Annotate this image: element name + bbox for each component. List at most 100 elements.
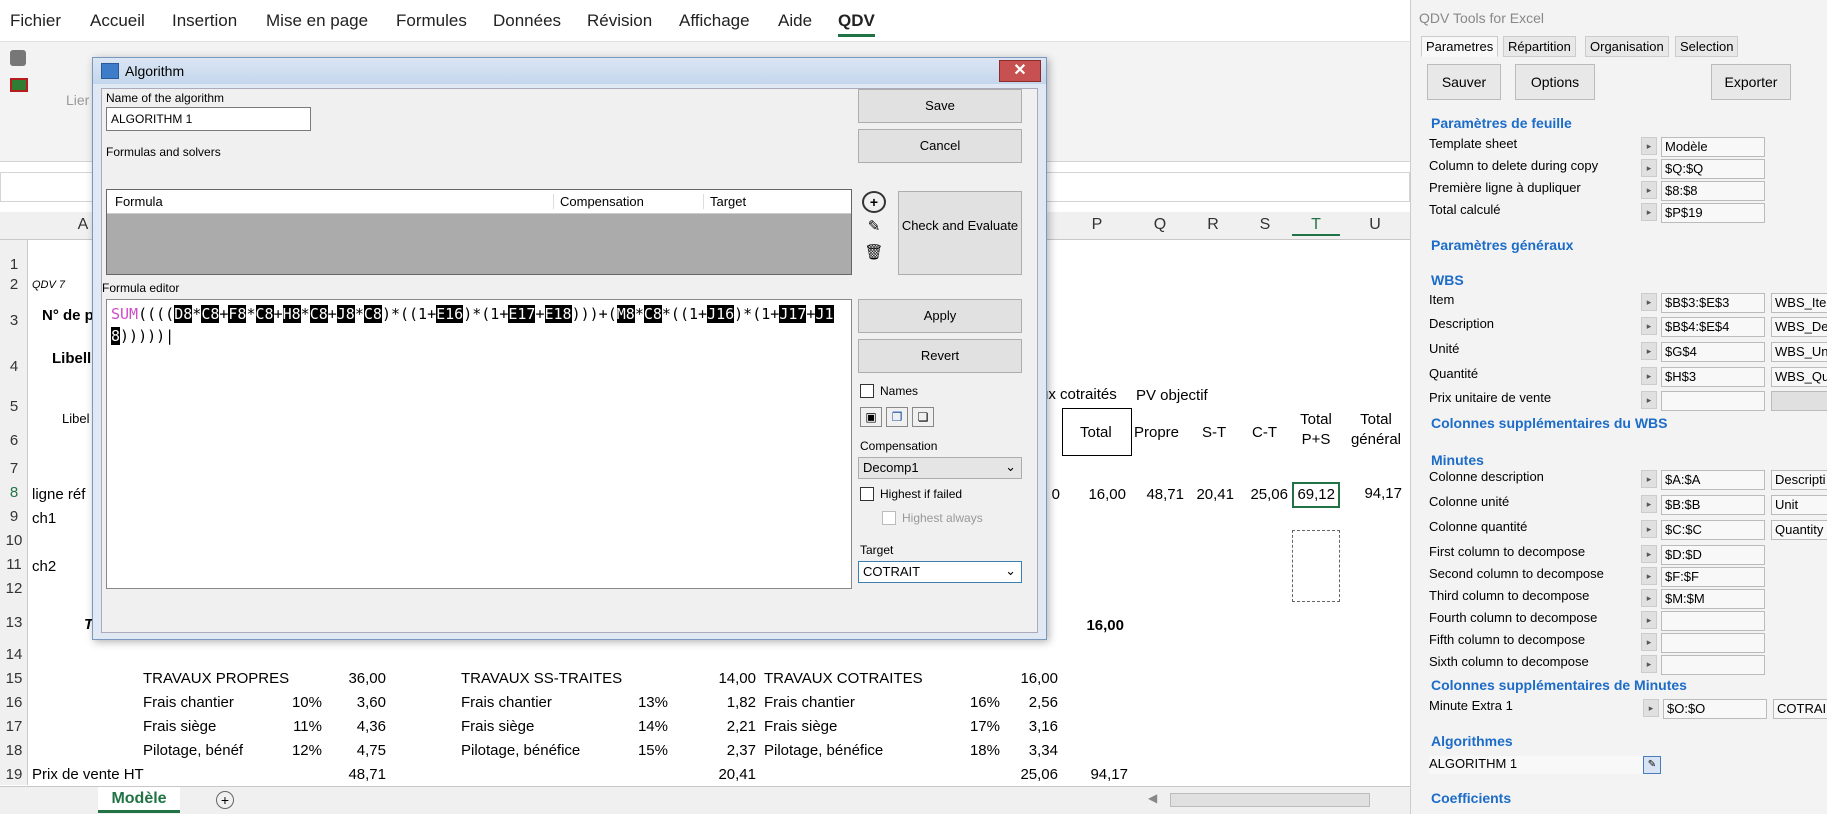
algorithm-item[interactable]: ALGORITHM 1 (1429, 756, 1649, 774)
cell-p16-label[interactable]: Frais chantier (143, 692, 234, 714)
param-value[interactable]: $C:$C (1661, 520, 1765, 540)
expand-arrow-icon[interactable]: ▸ (1641, 342, 1657, 360)
cell-travaux-cot-val[interactable]: 16,00 (1004, 668, 1060, 690)
tab-organisation[interactable]: Organisation (1585, 36, 1669, 57)
row-6[interactable]: 6 (0, 432, 28, 449)
param-extra[interactable]: WBS_Qu (1771, 367, 1827, 387)
col-p[interactable]: P (1062, 216, 1132, 234)
row-15[interactable]: 15 (0, 670, 28, 687)
param-value[interactable] (1661, 655, 1765, 675)
expand-arrow-icon[interactable]: ▸ (1641, 633, 1657, 651)
add-formula-icon[interactable]: + (862, 191, 886, 213)
row-2[interactable]: 2 (0, 276, 28, 293)
param-value[interactable]: $B:$B (1661, 495, 1765, 515)
cell-r19-c[interactable]: 25,06 (1004, 764, 1060, 786)
cube-icon[interactable] (10, 50, 26, 66)
edit-formula-icon[interactable]: ✎ (862, 217, 886, 239)
cell-travaux-propres-val[interactable]: 36,00 (326, 668, 390, 690)
param-value[interactable]: $B$4:$E$4 (1661, 317, 1765, 337)
tab-qdv[interactable]: QDV (838, 11, 875, 37)
tab-mise-en-page[interactable]: Mise en page (266, 11, 368, 31)
cell-s18-pct[interactable]: 15% (620, 740, 668, 762)
cell-c16-val[interactable]: 2,56 (1004, 692, 1060, 714)
tab-accueil[interactable]: Accueil (90, 11, 145, 31)
cell-c18-pct[interactable]: 18% (950, 740, 1000, 762)
names-checkbox[interactable] (860, 384, 874, 398)
row-9[interactable]: 9 (0, 508, 28, 525)
row-11[interactable]: 11 (0, 556, 28, 573)
cell-travaux-ss-val[interactable]: 14,00 (672, 668, 758, 690)
tab-selection[interactable]: Selection (1675, 36, 1739, 57)
expand-arrow-icon[interactable]: ▸ (1641, 655, 1657, 673)
expand-arrow-icon[interactable]: ▸ (1641, 545, 1657, 563)
cell-r8-q[interactable]: 48,71 (1132, 484, 1184, 506)
cell-p18-val[interactable]: 4,75 (326, 740, 390, 762)
cell-s18-val[interactable]: 2,37 (672, 740, 758, 762)
row-1[interactable]: 1 (0, 256, 28, 273)
copy-icon[interactable]: ❐ (886, 407, 908, 427)
param-value[interactable] (1661, 611, 1765, 631)
col-t[interactable]: T (1292, 216, 1340, 236)
expand-arrow-icon[interactable]: ▸ (1641, 470, 1657, 488)
select-names-icon[interactable]: ▣ (860, 407, 882, 427)
param-value[interactable]: $8:$8 (1661, 181, 1765, 201)
cell-travaux-cot[interactable]: TRAVAUX COTRAITES (764, 668, 923, 690)
row-5[interactable]: 5 (0, 398, 28, 415)
cell-s17-val[interactable]: 2,21 (672, 716, 758, 738)
cell-s16-val[interactable]: 1,82 (672, 692, 758, 714)
col-compensation[interactable]: Compensation (553, 194, 644, 209)
row-7[interactable]: 7 (0, 460, 28, 477)
param-value[interactable]: $M:$M (1661, 589, 1765, 609)
expand-arrow-icon[interactable]: ▸ (1641, 567, 1657, 585)
cell-a11[interactable]: ch2 (32, 556, 56, 578)
col-formula[interactable]: Formula (115, 194, 163, 209)
tab-donnees[interactable]: Données (493, 11, 561, 31)
cell-hdr-st[interactable]: S-T (1202, 422, 1226, 444)
row-17[interactable]: 17 (0, 718, 28, 735)
param-extra[interactable]: WBS_De (1771, 317, 1827, 337)
param-value[interactable] (1661, 391, 1765, 411)
tab-fichier[interactable]: Fichier (10, 11, 61, 31)
name-input[interactable] (106, 107, 311, 131)
cell-a3[interactable]: N° de p (42, 305, 94, 327)
expand-arrow-icon[interactable]: ▸ (1641, 495, 1657, 513)
apply-button[interactable]: Apply (858, 299, 1022, 333)
cell-c18-label[interactable]: Pilotage, bénéfice (764, 740, 883, 762)
param-value[interactable]: $D:$D (1661, 545, 1765, 565)
table-icon[interactable] (10, 78, 28, 92)
row-8[interactable]: 8 (0, 484, 28, 501)
param-value[interactable]: $A:$A (1661, 470, 1765, 490)
cell-p18-label[interactable]: Pilotage, bénéf (143, 740, 243, 762)
cell-c17-pct[interactable]: 17% (950, 716, 1000, 738)
highest-if-failed-checkbox[interactable] (860, 487, 874, 501)
compensation-select[interactable]: Decomp1 ⌄ (858, 457, 1022, 479)
check-evaluate-button[interactable]: Check and Evaluate (898, 191, 1022, 275)
cell-r19-label[interactable]: Prix de vente HT (32, 764, 144, 786)
expand-arrow-icon[interactable]: ▸ (1641, 293, 1657, 311)
save-button[interactable]: Save (858, 89, 1022, 123)
expand-arrow-icon[interactable]: ▸ (1641, 391, 1657, 409)
expand-arrow-icon[interactable]: ▸ (1641, 317, 1657, 335)
formulas-table[interactable]: Formula Compensation Target (106, 189, 852, 275)
cell-a2[interactable]: QDV 7 (32, 274, 65, 296)
cell-p18-pct[interactable]: 12% (280, 740, 322, 762)
edit-algorithm-icon[interactable]: ✎ (1643, 756, 1661, 774)
col-q[interactable]: Q (1132, 216, 1188, 234)
row-4[interactable]: 4 (0, 358, 28, 375)
cell-a4[interactable]: Libell (52, 348, 91, 370)
cell-r8-r[interactable]: 20,41 (1188, 484, 1234, 506)
row-12[interactable]: 12 (0, 580, 28, 597)
sheet-tab-modele[interactable]: Modèle (98, 787, 180, 813)
cancel-button[interactable]: Cancel (858, 129, 1022, 163)
cell-r8-p[interactable]: 16,00 (1062, 484, 1126, 506)
cell-s17-pct[interactable]: 14% (620, 716, 668, 738)
tab-aide[interactable]: Aide (778, 11, 812, 31)
cell-p17-val[interactable]: 4,36 (326, 716, 390, 738)
row-18[interactable]: 18 (0, 742, 28, 759)
param-value[interactable]: $H$3 (1661, 367, 1765, 387)
cell-r8-t[interactable]: 69,12 (1292, 482, 1340, 508)
cell-a6[interactable]: Libel (62, 408, 89, 430)
cell-p16-pct[interactable]: 10% (280, 692, 322, 714)
delete-formula-icon[interactable]: 🗑 (862, 243, 886, 265)
cell-s18-label[interactable]: Pilotage, bénéfice (461, 740, 580, 762)
